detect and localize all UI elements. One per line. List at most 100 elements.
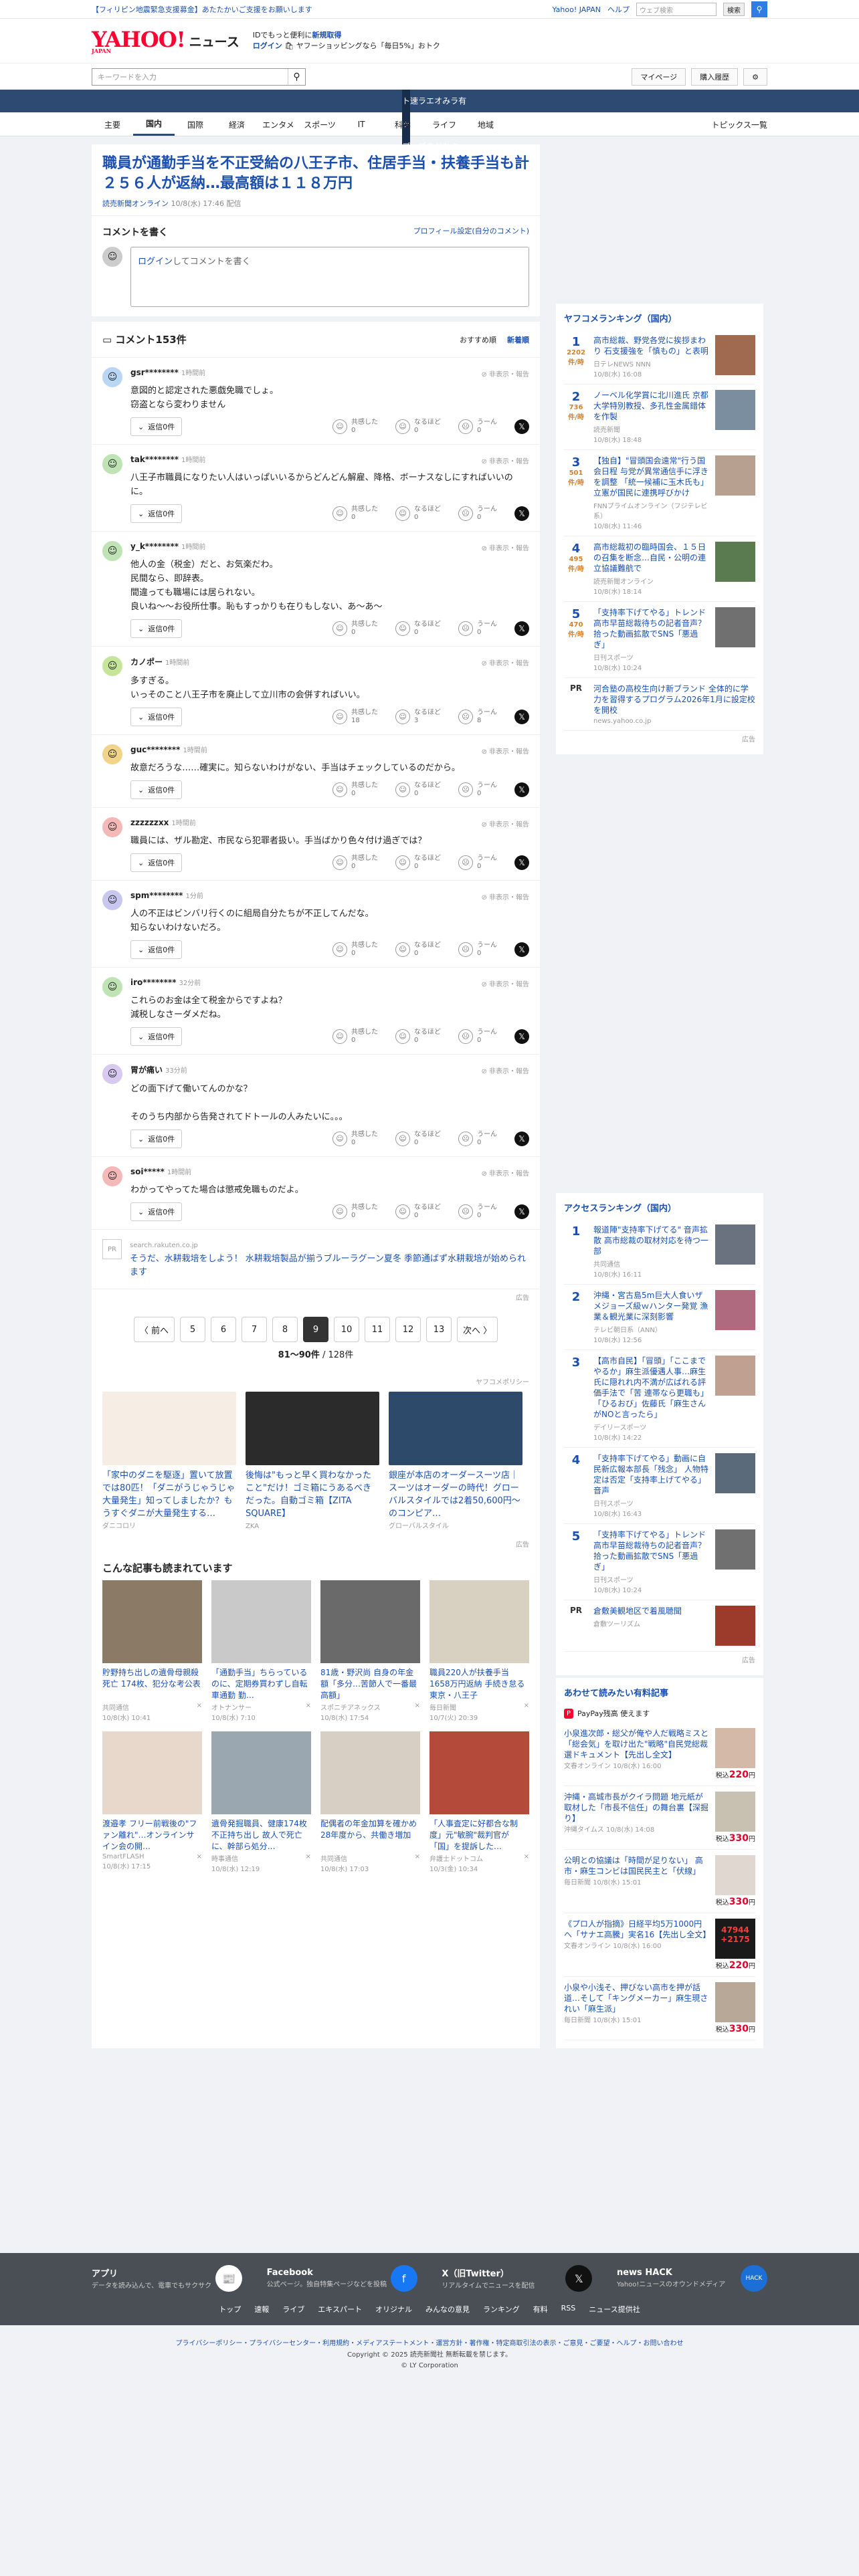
vote-nice-button[interactable]: ☺ なるほど 0 [395, 782, 441, 798]
topics-list-link[interactable]: トピックス一覧 [711, 119, 767, 130]
profile-settings-link[interactable]: プロフィール設定(自分のコメント) [413, 225, 529, 239]
ad-card[interactable]: 「家中のダニを駆逐」置いて放置では80匹！「ダニがうじゃうじゃ大量発生」知ってし… [102, 1392, 236, 1531]
footer-nav-item[interactable]: 有料 [533, 2304, 548, 2315]
access-ranking-pr[interactable]: PR 倉敷美観地区で着風聴聞 倉敷ツーリズム [564, 1600, 755, 1652]
article-card[interactable]: 81歳・野沢尚 自身の年金額「多分…苦節人で一番最高額」 スポニチアネックス 10/… [320, 1580, 420, 1722]
article-card[interactable]: 配偶者の年金加算を確かめ 28年度から、共働き増加 共同通信 10/8(水) 17:… [320, 1731, 420, 1873]
help-link[interactable]: ヘルプ [607, 4, 630, 15]
subnav-item-1[interactable]: 国内 [133, 114, 175, 136]
paid-article-title[interactable]: 小泉進次郎・総父が俺や人だ戦略ミスと「総会気」を取け出た"戦略"自民党総裁選ドキ… [564, 1729, 708, 1759]
vote-hmm-button[interactable]: ☹ うーん 8 [458, 709, 497, 725]
article-title[interactable]: 職員が通勤手当を不正受給の八王子市、住居手当・扶養手当も計２５６人が返納…最高額… [102, 154, 529, 194]
vote-nice-button[interactable]: ☺ なるほど 0 [395, 1029, 441, 1045]
hide-report-link[interactable]: ⊘ 非表示・報告 [481, 542, 529, 552]
vote-agree-button[interactable]: ☺ 共感した 0 [332, 1029, 378, 1045]
reply-button[interactable]: ⌄ 返信0件 [130, 780, 183, 799]
footer-service[interactable]: X（旧Twitter） リアルタイムでニュースを配信 𝕏 [442, 2265, 593, 2292]
username[interactable]: y_k******** [130, 542, 179, 551]
vote-hmm-button[interactable]: ☹ うーん 0 [458, 419, 497, 435]
vote-agree-button[interactable]: ☺ 共感した 0 [332, 855, 378, 871]
close-icon[interactable]: × [306, 1702, 311, 1722]
vote-hmm-button[interactable]: ☹ うーん 0 [458, 855, 497, 871]
sort-newest[interactable]: 新着順 [507, 334, 529, 345]
article-card-title[interactable]: 職員220人が扶養手当1658万円返納 手続き怠る 東京・八王子 [430, 1667, 529, 1702]
article-card-title[interactable]: 渡邉孝 フリー前戦後の"ファン離れ"…オンラインサイン会の開… [102, 1818, 202, 1853]
subnav-item-3[interactable]: 経済 [216, 119, 258, 130]
x-share-icon[interactable]: 𝕏 [514, 1029, 529, 1044]
reply-button[interactable]: ⌄ 返信0件 [130, 504, 183, 523]
news-search-input[interactable]: キーワードを入力 ⚲ [92, 68, 306, 86]
search-icon[interactable]: ⚲ [751, 1, 767, 17]
article-card-title[interactable]: 遺骨発掘職員、健康174枚不正持ち出し 故人で死亡に、幹部ら処分… [211, 1818, 311, 1853]
article-card-title[interactable]: 貯野持ち出しの遺骨母親殺死亡 174枚、犯分な考公表 [102, 1667, 202, 1702]
reply-button[interactable]: ⌄ 返信0件 [130, 708, 183, 726]
hide-report-link[interactable]: ⊘ 非表示・報告 [481, 368, 529, 379]
ranking-title[interactable]: 報道陣"支持率下げてる" 音声拡散 高市総裁の取材対応を待つ一部 [593, 1225, 708, 1256]
comment-policy-link[interactable]: ヤフコメポリシー [92, 1370, 540, 1386]
ranking-title[interactable]: 高市総裁、野党各党に挨拶まわり 石支援強を「慎もの」と表明 [593, 336, 708, 356]
next-page-button[interactable]: 次へ 〉 [457, 1317, 498, 1342]
page-button[interactable]: 8 [272, 1317, 298, 1342]
x-share-icon[interactable]: 𝕏 [514, 621, 529, 636]
article-card-title[interactable]: 配偶者の年金加算を確かめ 28年度から、共働き増加 [320, 1818, 420, 1853]
footer-links[interactable]: プライバシーポリシー・プライバシーセンター・利用規約・メディアステートメント・運… [0, 2325, 859, 2350]
article-card[interactable]: 貯野持ち出しの遺骨母親殺死亡 174枚、犯分な考公表 共同通信 10/8(水) 10… [102, 1580, 202, 1722]
ad-title[interactable]: 後悔は"もっと早く買わなかったこと"だけ！ゴミ箱にうあるべきだった。自動ゴミ箱【… [246, 1469, 379, 1520]
vote-agree-button[interactable]: ☺ 共感した 0 [332, 1204, 378, 1220]
page-button[interactable]: 12 [395, 1317, 421, 1342]
reply-button[interactable]: ⌄ 返信0件 [130, 1027, 183, 1046]
hide-report-link[interactable]: ⊘ 非表示・報告 [481, 891, 529, 901]
page-button[interactable]: 11 [365, 1317, 390, 1342]
purchase-history-button[interactable]: 購入履歴 [691, 68, 739, 86]
comment-username[interactable]: tak******** 1時間前 [130, 454, 529, 464]
x-share-icon[interactable]: 𝕏 [514, 506, 529, 521]
subnav-item-7[interactable]: 科学 [382, 119, 423, 130]
username[interactable]: soi***** [130, 1167, 165, 1176]
vote-agree-button[interactable]: ☺ 共感した 0 [332, 506, 378, 522]
ad-title[interactable]: 銀座が本店のオーダースーツ店｜スーツはオーダーの時代！グローバルスタイルでは2着… [389, 1469, 522, 1520]
ad-card[interactable]: 後悔は"もっと早く買わなかったこと"だけ！ゴミ箱にうあるべきだった。自動ゴミ箱【… [246, 1392, 379, 1531]
hide-report-link[interactable]: ⊘ 非表示・報告 [481, 746, 529, 756]
footer-nav-item[interactable]: トップ [219, 2304, 241, 2315]
close-icon[interactable]: × [197, 1702, 202, 1722]
reply-button[interactable]: ⌄ 返信0件 [130, 417, 183, 436]
footer-nav-item[interactable]: エキスパート [318, 2304, 362, 2315]
subnav-item-0[interactable]: 主要 [92, 119, 133, 130]
comment-username[interactable]: gsr******** 1時間前 [130, 367, 529, 377]
vote-agree-button[interactable]: ☺ 共感した 0 [332, 782, 378, 798]
ranking-title[interactable]: 沖縄・宮古島5m巨大人食いザメジョーズ級ｗハンター発覚 漁業＆観光業に深刻影響 [593, 1291, 708, 1321]
username[interactable]: iro******** [130, 978, 176, 987]
article-card[interactable]: 職員220人が扶養手当1658万円返納 手続き怠る 東京・八王子 毎日新聞 10/7… [430, 1580, 529, 1722]
footer-nav-item[interactable]: ニュース提供社 [589, 2304, 640, 2315]
vote-nice-button[interactable]: ☺ なるほど 0 [395, 1204, 441, 1220]
comment-textarea[interactable]: ログインしてコメントを書く [130, 247, 529, 307]
ranking-pr[interactable]: PR 河合塾の高校生向け新ブランド 全体的に学力を習得するプログラム2026年1… [564, 678, 755, 731]
footer-nav-item[interactable]: ライブ [282, 2304, 304, 2315]
prev-page-button[interactable]: 〈 前へ [133, 1317, 175, 1342]
vote-agree-button[interactable]: ☺ 共感した 0 [332, 419, 378, 435]
reply-button[interactable]: ⌄ 返信0件 [130, 1202, 183, 1221]
comment-username[interactable]: zzzzzzxx 1時間前 [130, 817, 529, 827]
close-icon[interactable]: × [415, 1702, 420, 1722]
subnav-item-5[interactable]: スポーツ [299, 119, 341, 130]
hide-report-link[interactable]: ⊘ 非表示・報告 [481, 455, 529, 465]
vote-agree-button[interactable]: ☺ 共感した 0 [332, 621, 378, 637]
username[interactable]: spm******** [130, 891, 183, 900]
ranking-title[interactable]: 【独自】"冒頭国会遠常"行う国会日程 与党が異常通信手に浮きを調整 「統一候補に… [593, 456, 708, 498]
vote-nice-button[interactable]: ☺ なるほど 0 [395, 621, 441, 637]
yahoo-japan-link[interactable]: Yahoo! JAPAN [552, 5, 601, 14]
mypage-button[interactable]: マイページ [632, 68, 686, 86]
paid-article-title[interactable]: 公明との協議は「時間が足りない」 高市・麻生コンビは国民民主と「伏線」 [564, 1856, 703, 1876]
hide-report-link[interactable]: ⊘ 非表示・報告 [481, 657, 529, 667]
article-source[interactable]: 読売新聞オンライン [102, 199, 169, 208]
username[interactable]: tak******** [130, 455, 179, 464]
footer-service[interactable]: アプリ データを読み込んで、電車でもサクサク 📰 [92, 2265, 242, 2292]
x-share-icon[interactable]: 𝕏 [514, 942, 529, 957]
comment-username[interactable]: 胃が痛い 33分前 [130, 1064, 529, 1075]
vote-hmm-button[interactable]: ☹ うーん 0 [458, 942, 497, 958]
close-icon[interactable]: × [197, 1853, 202, 1870]
x-share-icon[interactable]: 𝕏 [514, 710, 529, 724]
vote-agree-button[interactable]: ☺ 共感した 18 [332, 709, 378, 725]
search-icon[interactable]: ⚲ [288, 69, 305, 85]
vote-hmm-button[interactable]: ☹ うーん 0 [458, 782, 497, 798]
